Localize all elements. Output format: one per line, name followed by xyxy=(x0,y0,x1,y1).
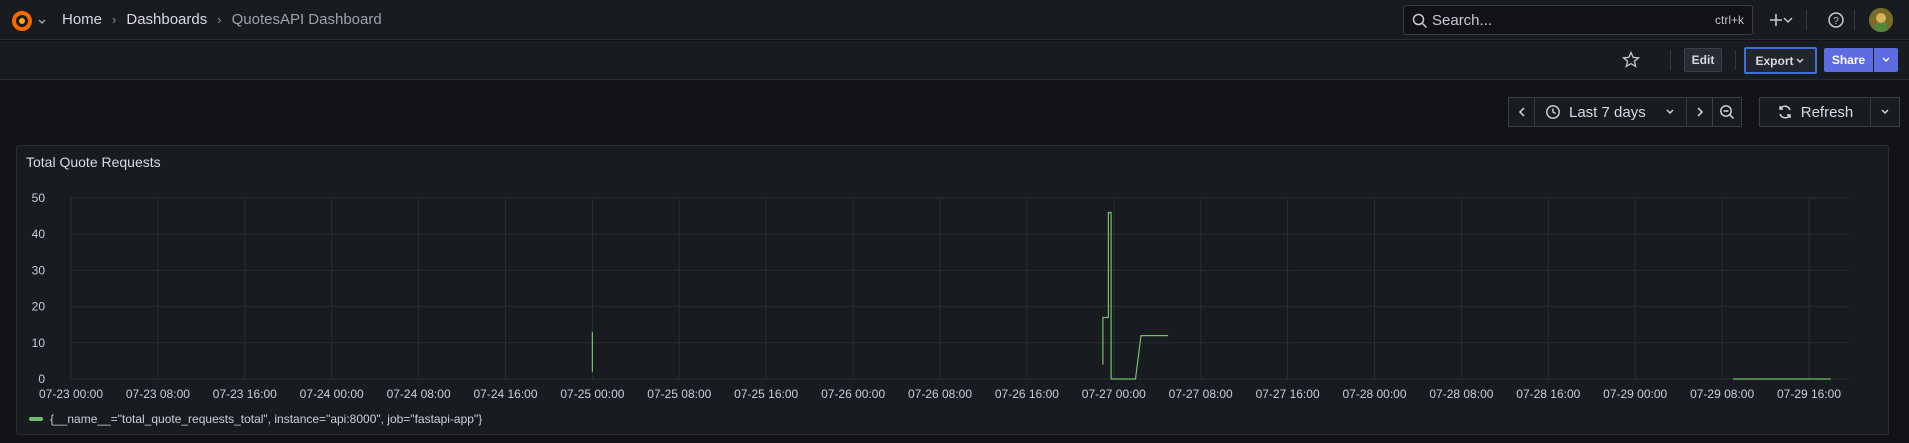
x-tick-label: 07-23 00:00 xyxy=(39,387,103,401)
y-tick-label: 50 xyxy=(32,191,46,205)
zoom-out-button[interactable] xyxy=(1712,97,1742,127)
avatar[interactable] xyxy=(1869,8,1893,32)
x-tick-label: 07-26 08:00 xyxy=(908,387,972,401)
time-range-label: Last 7 days xyxy=(1569,103,1646,121)
edit-button[interactable]: Edit xyxy=(1684,48,1722,72)
breadcrumb-home[interactable]: Home xyxy=(62,11,102,28)
chevron-down-icon xyxy=(1796,58,1803,63)
chart-legend[interactable]: {__name__="total_quote_requests_total", … xyxy=(29,412,482,426)
breadcrumb-separator-icon: › xyxy=(217,12,222,27)
x-tick-label: 07-25 16:00 xyxy=(734,387,798,401)
toolbar-divider xyxy=(1806,10,1807,30)
y-tick-label: 30 xyxy=(32,263,46,277)
x-tick-label: 07-28 00:00 xyxy=(1342,387,1406,401)
y-tick-label: 40 xyxy=(32,227,46,241)
refresh-interval-button[interactable] xyxy=(1870,97,1900,127)
search-input[interactable] xyxy=(1432,8,1682,32)
chevron-left-icon xyxy=(1518,107,1525,117)
x-tick-label: 07-27 16:00 xyxy=(1256,387,1320,401)
refresh-label: Refresh xyxy=(1800,103,1854,121)
x-tick-label: 07-24 08:00 xyxy=(387,387,451,401)
x-tick-label: 07-23 08:00 xyxy=(126,387,190,401)
x-tick-label: 07-23 16:00 xyxy=(213,387,277,401)
breadcrumb-separator-icon: › xyxy=(112,12,117,27)
svg-text:?: ? xyxy=(1833,16,1839,27)
legend-series-label: {__name__="total_quote_requests_total", … xyxy=(50,412,483,426)
time-range-picker[interactable]: Last 7 days xyxy=(1534,97,1687,127)
toolbar-divider xyxy=(1854,10,1855,30)
breadcrumb-dashboards[interactable]: Dashboards xyxy=(126,11,207,28)
star-icon[interactable] xyxy=(1621,50,1641,70)
breadcrumb-current: QuotesAPI Dashboard xyxy=(231,11,382,28)
chevron-down-icon xyxy=(1882,57,1890,62)
x-tick-label: 07-27 00:00 xyxy=(1082,387,1146,401)
legend-swatch xyxy=(29,417,43,421)
y-tick-label: 20 xyxy=(32,300,46,314)
x-tick-label: 07-29 16:00 xyxy=(1777,387,1841,401)
y-tick-label: 0 xyxy=(38,372,45,386)
time-series-chart[interactable]: 0 10 20 30 40 50 07-23 00:00 07-23 08:00 07-23 1… xyxy=(17,146,1888,401)
x-tick-label: 07-25 00:00 xyxy=(560,387,624,401)
refresh-button[interactable]: Refresh xyxy=(1759,97,1871,127)
x-tick-label: 07-26 16:00 xyxy=(995,387,1059,401)
chevron-down-icon xyxy=(1881,109,1889,114)
top-nav-bar: Home › Dashboards › QuotesAPI Dashboard … xyxy=(0,0,1909,40)
x-tick-label: 07-24 00:00 xyxy=(300,387,364,401)
chevron-down-icon xyxy=(1666,109,1674,114)
x-tick-label: 07-28 08:00 xyxy=(1429,387,1493,401)
clock-icon xyxy=(1546,105,1560,119)
search-icon xyxy=(1412,13,1428,29)
share-menu-button[interactable] xyxy=(1874,48,1898,72)
x-tick-label: 07-27 08:00 xyxy=(1169,387,1233,401)
y-tick-label: 10 xyxy=(32,336,46,350)
x-tick-label: 07-28 16:00 xyxy=(1516,387,1580,401)
refresh-icon xyxy=(1779,105,1791,119)
toolbar-divider xyxy=(1735,50,1736,70)
grafana-logo-icon[interactable] xyxy=(10,8,36,32)
x-tick-label: 07-24 16:00 xyxy=(473,387,537,401)
export-button[interactable]: Export xyxy=(1744,47,1817,74)
time-forward-button[interactable] xyxy=(1686,97,1713,127)
search-box[interactable]: ctrl+k xyxy=(1403,5,1753,35)
x-tick-label: 07-29 08:00 xyxy=(1690,387,1754,401)
x-tick-label: 07-25 08:00 xyxy=(647,387,711,401)
panel-total-quote-requests[interactable]: Total Quote Requests 0 10 20 30 40 50 07-23 00… xyxy=(16,145,1889,435)
breadcrumb: Home › Dashboards › QuotesAPI Dashboard xyxy=(62,11,382,28)
dashboard-toolbar: Edit Export Share xyxy=(0,41,1909,80)
x-tick-label: 07-26 00:00 xyxy=(821,387,885,401)
chevron-right-icon xyxy=(1696,107,1703,117)
chevron-down-icon[interactable] xyxy=(1782,10,1794,30)
toolbar-divider xyxy=(1670,50,1671,70)
share-button[interactable]: Share xyxy=(1824,48,1873,72)
chevron-down-icon[interactable] xyxy=(37,14,47,25)
export-label: Export xyxy=(1755,53,1794,68)
search-shortcut: ctrl+k xyxy=(1714,13,1744,27)
help-icon[interactable]: ? xyxy=(1826,10,1846,30)
series-line xyxy=(1102,211,1169,380)
zoom-out-icon xyxy=(1720,105,1734,119)
x-tick-label: 07-29 00:00 xyxy=(1603,387,1667,401)
time-back-button[interactable] xyxy=(1508,97,1535,127)
